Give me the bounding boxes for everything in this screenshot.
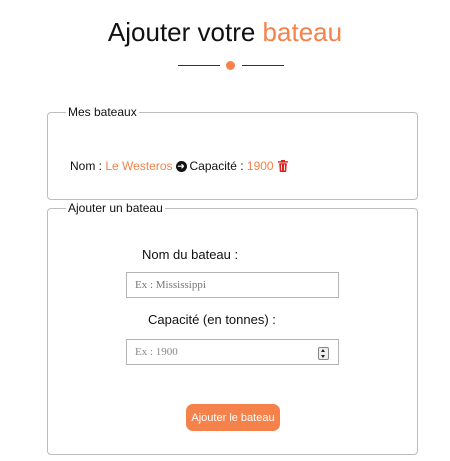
divider-dot (226, 61, 235, 70)
trash-icon[interactable] (277, 160, 288, 172)
add-boat-legend: Ajouter un bateau (68, 201, 163, 215)
boat-capacity-label: Capacité : (189, 159, 244, 173)
circle-arrow-right-icon: ➜ (175, 160, 187, 172)
boat-entry: Nom : Le Westeros ➜ Capacité : 1900 (70, 159, 288, 173)
add-boat-button[interactable]: Ajouter le bateau (186, 404, 280, 431)
capacity-input[interactable]: Ex : 1900 (126, 339, 339, 365)
capacity-input-placeholder: Ex : 1900 (135, 346, 178, 358)
capacity-field-label: Capacité (en tonnes) : (148, 312, 276, 327)
boat-name-label: Nom : (70, 159, 103, 173)
add-boat-fieldset: Ajouter un bateau Nom du bateau : Capaci… (47, 201, 418, 455)
boat-capacity: 1900 (246, 159, 274, 173)
divider-line-left (178, 65, 220, 66)
boat-name-field-label: Nom du bateau : (142, 247, 239, 262)
title-divider (178, 60, 284, 72)
number-stepper-icon[interactable] (318, 347, 329, 360)
page-title: Ajouter votre bateau (0, 16, 450, 48)
my-boats-fieldset: Mes bateaux Nom : Le Westeros ➜ Capacité… (47, 105, 418, 200)
boat-name: Le Westeros (105, 159, 173, 173)
page-title-accent: bateau (262, 17, 343, 47)
page-title-prefix: Ajouter votre (107, 17, 256, 47)
divider-line-right (242, 65, 284, 66)
boat-name-input[interactable] (126, 272, 339, 298)
my-boats-legend: Mes bateaux (68, 105, 137, 119)
